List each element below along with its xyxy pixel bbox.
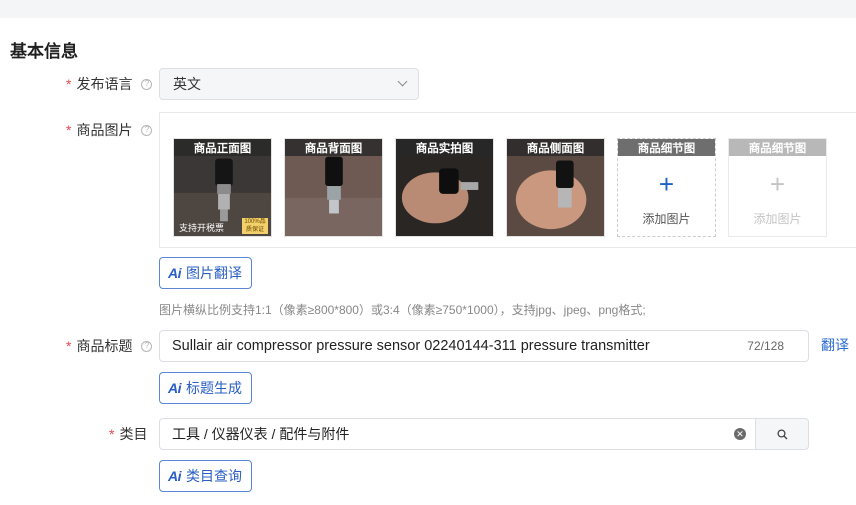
- ai-icon: Ai: [168, 380, 182, 396]
- language-select[interactable]: 英文: [159, 68, 419, 100]
- title-generate-button[interactable]: Ai 标题生成: [159, 372, 252, 404]
- language-label-row: * 发布语言 ?: [66, 74, 153, 94]
- category-value: 工具 / 仪器仪表 / 配件与附件: [172, 426, 350, 442]
- top-bar: [0, 0, 856, 18]
- product-title-value: Sullair air compressor pressure sensor 0…: [172, 338, 650, 354]
- image-caption: 商品侧面图: [507, 139, 604, 156]
- images-label: 商品图片: [76, 122, 133, 138]
- image-upload-panel: 商品正面图 支持开税票 100%品质保证 商品背面图 商品实拍图 商品侧面图 商…: [159, 112, 856, 248]
- search-icon: [776, 428, 787, 439]
- title-label-row: * 商品标题 ?: [66, 336, 153, 356]
- add-detail-image-button[interactable]: 商品细节图 + 添加图片: [617, 138, 716, 237]
- section-title: 基本信息: [10, 42, 78, 61]
- product-image-real[interactable]: 商品实拍图: [395, 138, 494, 237]
- plus-icon: +: [769, 169, 786, 199]
- invoice-tag: 支持开税票: [179, 223, 225, 233]
- required-mark: *: [66, 76, 72, 92]
- image-caption: 商品背面图: [285, 139, 382, 156]
- category-search-button[interactable]: [755, 418, 809, 450]
- add-image-label: 添加图片: [642, 212, 691, 226]
- product-image-front[interactable]: 商品正面图 支持开税票 100%品质保证: [173, 138, 272, 237]
- help-icon[interactable]: ?: [141, 340, 153, 352]
- chevron-down-icon: [397, 76, 408, 87]
- title-generate-label: 标题生成: [186, 380, 242, 396]
- help-icon[interactable]: ?: [141, 78, 153, 90]
- category-label-row: * 类目: [109, 424, 147, 444]
- language-label: 发布语言: [76, 76, 133, 92]
- add-detail-image-button-disabled: 商品细节图 + 添加图片: [728, 138, 827, 237]
- image-translate-label: 图片翻译: [186, 265, 242, 281]
- help-icon[interactable]: ?: [141, 124, 153, 136]
- clear-icon[interactable]: ✕: [734, 428, 746, 440]
- images-label-row: * 商品图片 ?: [66, 120, 153, 140]
- image-caption: 商品细节图: [729, 139, 826, 156]
- image-format-hint: 图片横纵比例支持1:1（像素≥800*800）或3:4（像素≥750*1000）…: [159, 303, 646, 317]
- title-label: 商品标题: [76, 338, 133, 354]
- required-mark: *: [109, 426, 115, 442]
- ai-icon: Ai: [168, 468, 182, 484]
- char-count: 72/128: [747, 339, 784, 353]
- ai-icon: Ai: [168, 265, 182, 281]
- language-value: 英文: [173, 76, 201, 92]
- plus-icon: +: [658, 169, 675, 199]
- add-image-label: 添加图片: [753, 212, 802, 226]
- required-mark: *: [66, 338, 72, 354]
- category-query-label: 类目查询: [186, 468, 242, 484]
- image-caption: 商品正面图: [174, 139, 271, 156]
- product-image-back[interactable]: 商品背面图: [284, 138, 383, 237]
- image-caption: 商品细节图: [618, 139, 715, 156]
- product-title-input[interactable]: Sullair air compressor pressure sensor 0…: [159, 330, 809, 362]
- quality-badge: 100%品质保证: [242, 218, 268, 234]
- product-image-side[interactable]: 商品侧面图: [506, 138, 605, 237]
- image-caption: 商品实拍图: [396, 139, 493, 156]
- category-query-button[interactable]: Ai 类目查询: [159, 460, 252, 492]
- image-translate-button[interactable]: Ai 图片翻译: [159, 257, 252, 289]
- category-input[interactable]: 工具 / 仪器仪表 / 配件与附件 ✕: [159, 418, 756, 450]
- translate-link[interactable]: 翻译: [821, 335, 849, 355]
- category-label: 类目: [119, 426, 148, 442]
- required-mark: *: [66, 122, 72, 138]
